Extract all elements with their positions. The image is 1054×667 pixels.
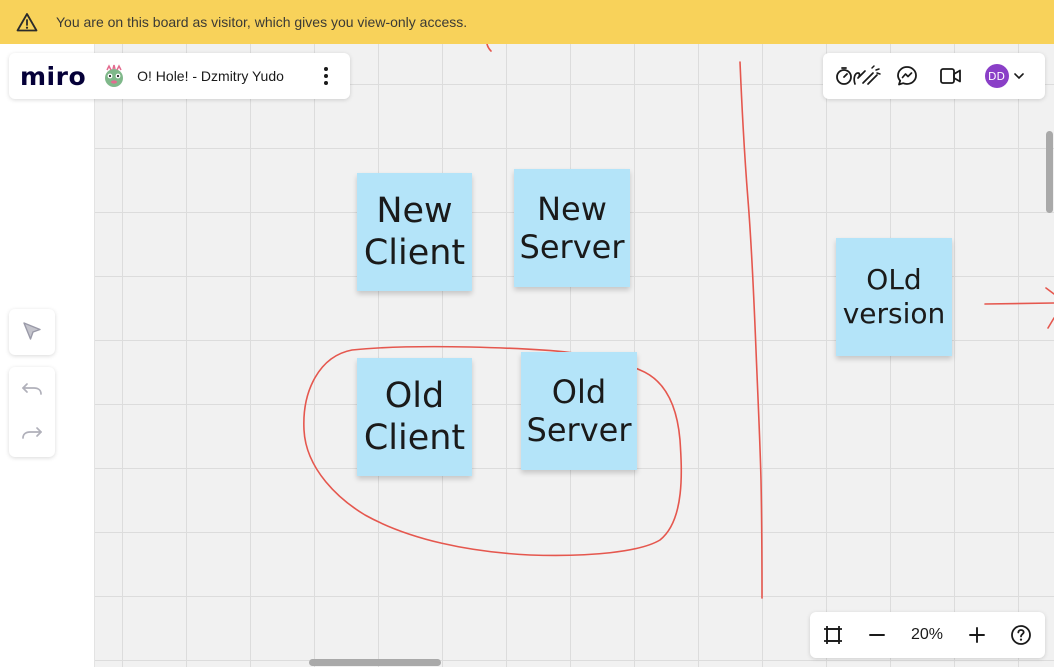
user-avatar-button[interactable]: DD [979, 53, 1029, 99]
timer-reactions-icon[interactable] [831, 53, 885, 99]
sticky-note-text: Old Server [526, 372, 632, 449]
chat-icon[interactable] [885, 53, 929, 99]
fit-to-screen-icon[interactable] [811, 612, 855, 658]
sticky-note-old-server[interactable]: Old Server [521, 352, 637, 470]
board-header-panel: miro O! Hole! - Dzmitry Yudo [9, 53, 350, 99]
video-icon[interactable] [929, 53, 973, 99]
sticky-note-text: Old Client [363, 376, 466, 458]
sticky-note-new-client[interactable]: New Client [357, 173, 472, 291]
more-vertical-icon[interactable] [316, 61, 336, 91]
board-title[interactable]: O! Hole! - Dzmitry Yudo [137, 68, 284, 84]
history-panel [9, 367, 55, 457]
sticky-note-text: New Server [519, 189, 625, 266]
sticky-note-old-version[interactable]: OLd version [836, 238, 952, 356]
horizontal-scrollbar[interactable] [309, 659, 441, 666]
sticky-note-new-server[interactable]: New Server [514, 169, 630, 287]
sticky-note-text: New Client [363, 191, 466, 273]
zoom-out-icon[interactable] [855, 612, 899, 658]
banner-message: You are on this board as visitor, which … [56, 14, 468, 30]
zoom-panel: 20% [810, 612, 1045, 658]
zoom-level[interactable]: 20% [899, 626, 955, 644]
collaboration-panel: DD [823, 53, 1045, 99]
visitor-banner: You are on this board as visitor, which … [0, 0, 1054, 44]
select-tool-panel [9, 309, 55, 355]
warning-triangle-icon [16, 11, 38, 33]
zoom-in-icon[interactable] [955, 612, 999, 658]
select-cursor-icon[interactable] [9, 309, 55, 353]
redo-icon[interactable] [9, 411, 55, 455]
sticky-note-text: OLd version [842, 263, 946, 330]
vertical-scrollbar[interactable] [1046, 131, 1053, 213]
help-icon[interactable] [999, 612, 1043, 658]
board-avatar-icon [100, 62, 128, 90]
avatar: DD [984, 64, 1009, 88]
chevron-down-icon [1013, 72, 1024, 80]
miro-logo[interactable]: miro [20, 62, 86, 91]
left-rail [0, 44, 95, 667]
undo-icon[interactable] [9, 367, 55, 411]
sticky-note-old-client[interactable]: Old Client [357, 358, 472, 476]
